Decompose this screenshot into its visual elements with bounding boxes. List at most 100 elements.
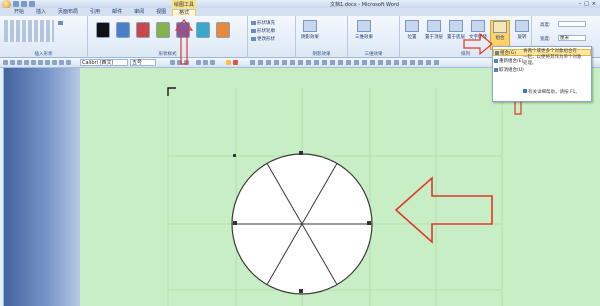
change-shape-label: 更改形状	[257, 37, 275, 42]
tab-review[interactable]: 审阅	[128, 9, 150, 16]
window-controls: – □ ×	[579, 0, 596, 8]
rotate-label: 旋转	[517, 35, 527, 40]
text-wrap-button[interactable]: 文字环绕	[468, 20, 488, 50]
group-label-shadow: 阴影效果	[312, 52, 331, 57]
group-icon	[493, 21, 507, 33]
highlight-icon[interactable]	[226, 60, 231, 65]
font-color-icon[interactable]	[233, 60, 238, 65]
send-to-back-button[interactable]: 置于底层	[446, 20, 466, 50]
spell-icon[interactable]	[31, 60, 36, 65]
shapes-gallery[interactable]	[4, 20, 54, 42]
drawing-tools-context-title: 绘图工具	[172, 0, 196, 8]
style-swatch-cyan[interactable]	[196, 22, 210, 38]
tab-mailings[interactable]: 邮件	[106, 9, 128, 16]
style-swatch-orange[interactable]	[216, 22, 230, 38]
tab-view[interactable]: 视图	[150, 9, 172, 16]
print-icon[interactable]	[17, 60, 22, 65]
height-label: 高度:	[540, 23, 551, 28]
style-swatch-blue[interactable]	[116, 22, 130, 38]
italic-icon[interactable]	[177, 60, 182, 65]
three-d-effects-button[interactable]: 三维效果	[354, 20, 374, 50]
send-back-label: 置于底层	[447, 35, 465, 40]
redo-small-icon[interactable]	[66, 60, 71, 65]
style-swatch-purple[interactable]	[176, 22, 190, 38]
position-button[interactable]: 位置	[402, 20, 422, 50]
left-arrow-annotation	[394, 176, 493, 244]
shape-fill-label: 形状填充	[257, 21, 275, 26]
redo-icon[interactable]	[29, 1, 35, 7]
send-back-icon	[449, 20, 463, 32]
bring-front-icon	[427, 20, 441, 32]
tab-page-layout[interactable]: 页面布局	[52, 9, 84, 16]
copy-icon[interactable]	[38, 60, 43, 65]
change-shape-button[interactable]: 更改形状	[251, 36, 275, 42]
title-bar: 绘图工具 文档1.docx - Microsoft Word – □ ×	[0, 0, 600, 9]
save-icon[interactable]	[13, 1, 19, 7]
pen-icon	[251, 28, 256, 33]
minimize-button[interactable]: –	[579, 1, 582, 7]
width-input[interactable]: 厘米	[558, 35, 586, 41]
new-icon[interactable]	[3, 60, 8, 65]
toolbar-icons-strip[interactable]	[250, 60, 440, 65]
font-size-box[interactable]: 五号	[130, 59, 156, 66]
tooltip-line-3: 处理。	[523, 61, 537, 66]
document-area[interactable]	[80, 68, 600, 306]
style-swatch-red[interactable]	[136, 22, 150, 38]
tab-references[interactable]: 引用	[84, 9, 106, 16]
align-left-icon[interactable]	[196, 60, 201, 65]
group-shape-styles: 形状样式	[88, 16, 248, 58]
tab-format[interactable]: 格式	[172, 9, 197, 16]
paste-icon[interactable]	[45, 60, 50, 65]
menu-item-regroup-label: 重新组合(E)	[499, 59, 524, 64]
ribbon-tabs: 开始 插入 页面布局 引用 邮件 审阅 视图 格式	[0, 8, 600, 16]
underline-icon[interactable]	[184, 60, 189, 65]
group-label-3d: 三维效果	[364, 52, 383, 57]
position-icon	[405, 20, 419, 32]
drawing-canvas[interactable]	[80, 68, 600, 306]
undo-small-icon[interactable]	[59, 60, 64, 65]
height-input[interactable]	[558, 21, 586, 27]
window-title: 文档1.docx - Microsoft Word	[330, 2, 399, 8]
menu-item-ungroup[interactable]: 取消组合(U)	[493, 67, 591, 74]
close-button[interactable]: ×	[592, 1, 596, 7]
font-name-box[interactable]: Calibri (西文)	[80, 59, 128, 66]
group-label: 组合	[495, 36, 505, 41]
circle-shape[interactable]	[231, 153, 373, 295]
bold-icon[interactable]	[170, 60, 175, 65]
group-tooltip: 将两个或更多个对象组合在 一起，以便将其作为单个对象 处理。	[523, 49, 591, 67]
help-text: 有关详细帮助，请按 F1。	[528, 90, 580, 95]
format-painter-icon[interactable]	[52, 60, 57, 65]
menu-item-group-label: 组合(G)	[500, 51, 516, 56]
vertical-ruler[interactable]	[0, 68, 4, 306]
style-swatch-green[interactable]	[156, 22, 170, 38]
ungroup-menu-icon	[494, 68, 498, 72]
group-shape-fill: 形状填充 形状轮廓 更改形状	[248, 16, 296, 58]
wrap-icon	[471, 20, 485, 32]
style-swatch-black[interactable]	[96, 22, 110, 38]
edit-shape-icon	[58, 21, 63, 25]
maximize-button[interactable]: □	[584, 1, 589, 7]
edit-shape-button[interactable]	[58, 21, 64, 26]
shape-outline-button[interactable]: 形状轮廓	[251, 28, 275, 34]
preview-icon[interactable]	[24, 60, 29, 65]
align-right-icon[interactable]	[210, 60, 215, 65]
align-center-icon[interactable]	[203, 60, 208, 65]
shadow-label: 阴影效果	[301, 35, 319, 40]
tab-insert[interactable]: 插入	[30, 9, 52, 16]
undo-icon[interactable]	[21, 1, 27, 7]
bring-to-front-button[interactable]: 置于顶层	[424, 20, 444, 50]
shape-fill-button[interactable]: 形状填充	[251, 20, 275, 26]
paint-bucket-icon	[251, 20, 256, 25]
canvas-corner-marks	[167, 87, 503, 96]
tab-home[interactable]: 开始	[8, 9, 30, 16]
group-label-shape-styles: 形状样式	[158, 52, 177, 57]
menu-item-ungroup-label: 取消组合(U)	[499, 68, 524, 73]
width-label: 宽度:	[540, 37, 551, 42]
help-hint: 有关详细帮助，请按 F1。	[523, 89, 580, 95]
group-dropdown-menu: 组合(G) 重新组合(E) 取消组合(U) 将两个或更多个对象组合在 一起，以便…	[492, 46, 592, 102]
shadow-icon	[303, 20, 317, 32]
shadow-effects-button[interactable]: 阴影效果	[300, 20, 320, 50]
open-icon[interactable]	[10, 60, 15, 65]
regroup-menu-icon	[494, 59, 498, 63]
help-icon	[523, 89, 527, 93]
